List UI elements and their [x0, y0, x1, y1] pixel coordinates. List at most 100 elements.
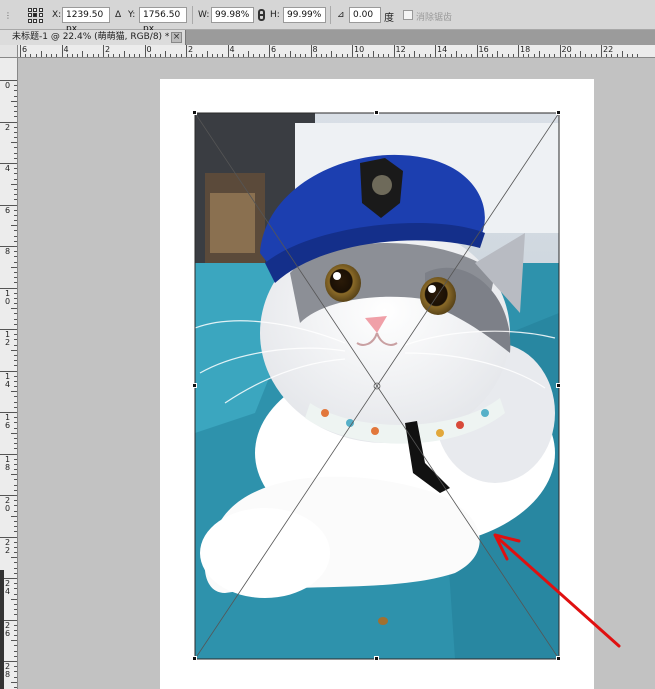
ruler-minor-tick [300, 54, 302, 57]
ruler-minor-tick [14, 572, 17, 574]
ruler-minor-tick [14, 531, 17, 533]
ruler-minor-tick [14, 323, 17, 325]
y-position-field[interactable]: 1756.50 px [139, 7, 187, 34]
ruler-minor-tick [14, 111, 17, 113]
ruler-minor-tick [14, 588, 17, 590]
reference-point-grid-icon[interactable] [28, 8, 43, 23]
ruler-minor-tick [466, 54, 468, 57]
transform-handle-top-left[interactable] [192, 110, 197, 115]
ruler-label: 1 6 [5, 413, 11, 430]
ruler-minor-tick [11, 349, 17, 351]
ruler-minor-tick [97, 54, 99, 57]
height-scale-field[interactable]: 99.99% [283, 7, 326, 23]
ruler-minor-tick [253, 54, 255, 57]
ruler-minor-tick [543, 54, 545, 57]
document-tab[interactable]: 未标题-1 @ 22.4% (萌萌猫, RGB/8) * × [0, 30, 186, 45]
ruler-minor-tick [14, 375, 17, 377]
ruler-minor-tick [248, 51, 250, 57]
ruler-minor-tick [14, 422, 17, 424]
ruler-minor-tick [92, 54, 94, 57]
ruler-minor-tick [497, 51, 499, 57]
ruler-minor-tick [118, 54, 120, 57]
ruler-minor-tick [606, 54, 608, 57]
y-label: Y: [128, 10, 136, 20]
ruler-minor-tick [455, 51, 457, 57]
ruler-minor-tick [14, 256, 17, 258]
ruler-minor-tick [11, 598, 17, 600]
width-scale-field[interactable]: 99.98% [211, 7, 254, 23]
ruler-label: 1 8 [5, 454, 11, 472]
ruler-minor-tick [232, 54, 234, 57]
ruler-minor-tick [14, 344, 17, 346]
ruler-minor-tick [51, 54, 53, 57]
ruler-label: 6 [271, 45, 277, 54]
ruler-minor-tick [440, 54, 442, 57]
angle-unit: 度 [384, 13, 394, 24]
transform-handle-bottom-right[interactable] [556, 656, 561, 661]
ruler-minor-tick [14, 676, 17, 678]
ruler-minor-tick [170, 54, 172, 57]
transform-handle-middle-left[interactable] [192, 383, 197, 388]
rotation-angle-field[interactable]: 0.00 [349, 7, 381, 23]
ruler-minor-tick [14, 655, 17, 657]
ruler-minor-tick [336, 54, 338, 57]
antialias-checkbox[interactable] [403, 10, 413, 20]
ruler-minor-tick [14, 173, 17, 175]
options-bar-grip[interactable]: ⋮ [0, 0, 20, 30]
ruler-minor-tick [11, 308, 17, 310]
ruler-minor-tick [341, 54, 343, 57]
ruler-tick [20, 45, 21, 57]
ruler-minor-tick [11, 432, 17, 434]
transform-handle-top-center[interactable] [374, 110, 379, 115]
ruler-minor-tick [14, 178, 17, 180]
ruler-minor-tick [14, 261, 17, 263]
ruler-minor-tick [14, 318, 17, 320]
ruler-minor-tick [14, 188, 17, 190]
ruler-minor-tick [512, 54, 514, 57]
ruler-tick [227, 45, 229, 57]
ruler-tick [518, 45, 519, 57]
close-icon[interactable]: × [171, 32, 182, 43]
transform-handle-middle-right[interactable] [556, 383, 561, 388]
ruler-minor-tick [160, 54, 162, 57]
ruler-minor-tick [77, 54, 79, 57]
ruler-label: 1 4 [5, 371, 11, 389]
ruler-minor-tick [14, 500, 17, 502]
ruler-minor-tick [206, 51, 208, 57]
x-position-field[interactable]: 1239.50 px [62, 7, 110, 34]
ruler-minor-tick [14, 126, 17, 128]
h-label: H: [270, 10, 280, 20]
ruler-minor-tick [14, 292, 17, 294]
canvas-area[interactable] [19, 59, 655, 689]
ruler-label: 2 [5, 122, 11, 132]
horizontal-ruler[interactable]: 6 4 2 0 2 4 6 8 10 12 14 16 18 20 22 [18, 45, 655, 58]
ruler-label: 2 [105, 45, 111, 54]
ruler-minor-tick [14, 282, 17, 284]
transform-handle-top-right[interactable] [556, 110, 561, 115]
ruler-minor-tick [222, 54, 224, 57]
ruler-minor-tick [611, 54, 613, 57]
ruler-minor-tick [14, 417, 17, 419]
relative-position-icon[interactable]: Δ [115, 10, 121, 20]
ruler-label: 8 [312, 45, 318, 54]
link-icon[interactable] [258, 9, 265, 21]
ruler-minor-tick [14, 635, 17, 637]
ruler-tick [352, 45, 353, 57]
ruler-origin-corner[interactable] [0, 45, 18, 58]
ruler-minor-tick [632, 54, 634, 57]
transform-handle-bottom-center[interactable] [374, 656, 379, 661]
transform-handle-bottom-left[interactable] [192, 656, 197, 661]
ruler-minor-tick [14, 609, 17, 611]
ruler-minor-tick [211, 54, 213, 57]
ruler-minor-tick [14, 567, 17, 569]
ruler-minor-tick [14, 209, 17, 211]
ruler-minor-tick [82, 51, 84, 57]
ruler-tick [144, 45, 146, 57]
ruler-label: 20 [561, 45, 572, 54]
ruler-minor-tick [294, 54, 296, 57]
ruler-minor-tick [14, 526, 17, 528]
ruler-minor-tick [595, 54, 597, 57]
ruler-tick [310, 45, 312, 57]
ruler-minor-tick [14, 686, 17, 688]
ruler-minor-tick [14, 520, 17, 522]
